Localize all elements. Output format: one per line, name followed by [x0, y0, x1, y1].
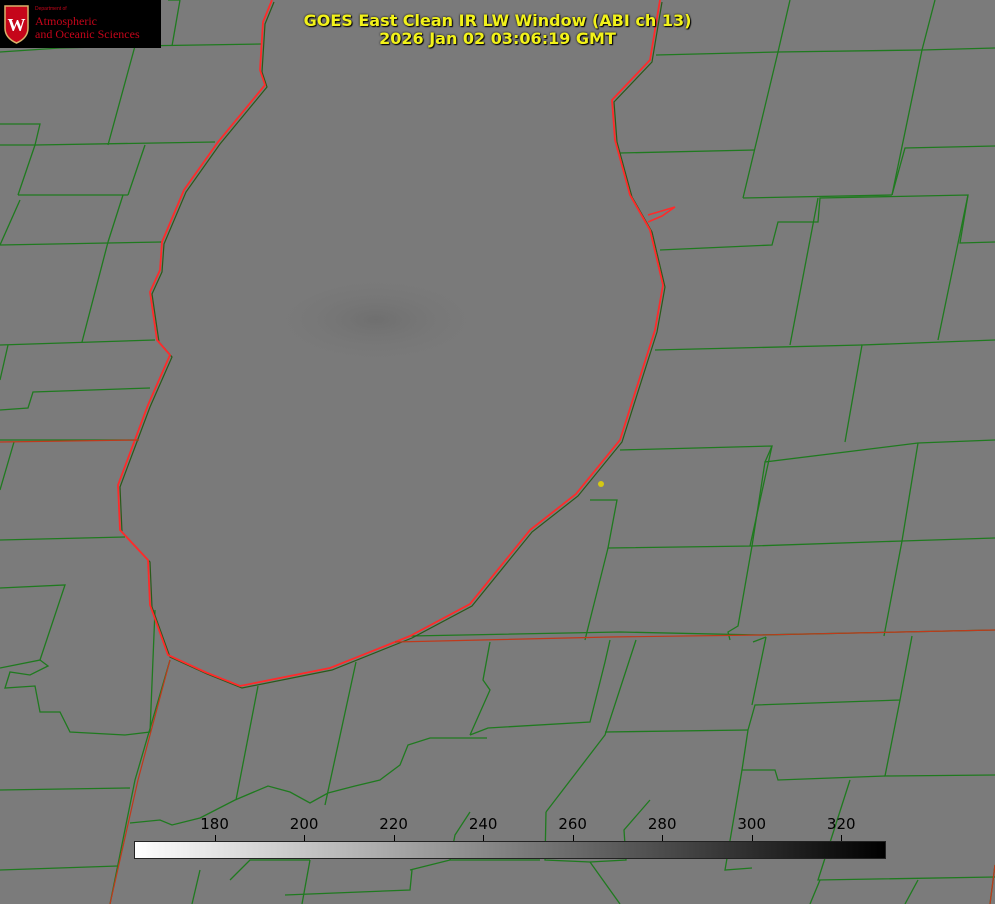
- colorbar-tick-220: 220: [379, 815, 408, 833]
- colorbar-tick-180: 180: [200, 815, 229, 833]
- location-marker: [598, 481, 604, 487]
- colorbar-tick-260: 260: [558, 815, 587, 833]
- colorbar-tick-200: 200: [289, 815, 319, 833]
- colorbar: [134, 841, 886, 859]
- cloud-feature: [280, 280, 520, 380]
- image-title: GOES East Clean IR LW Window (ABI ch 13): [303, 11, 692, 30]
- colorbar-tick-240: 240: [468, 815, 498, 833]
- satellite-image: W Department of Atmospheric and Oceanic …: [0, 0, 995, 904]
- map-canvas: [0, 0, 995, 904]
- colorbar-tick-320: 320: [826, 815, 856, 833]
- colorbar-tick-300: 300: [737, 815, 767, 833]
- image-timestamp: 2026 Jan 02 03:06:19 GMT: [379, 29, 616, 48]
- colorbar-tick-280: 280: [647, 815, 677, 833]
